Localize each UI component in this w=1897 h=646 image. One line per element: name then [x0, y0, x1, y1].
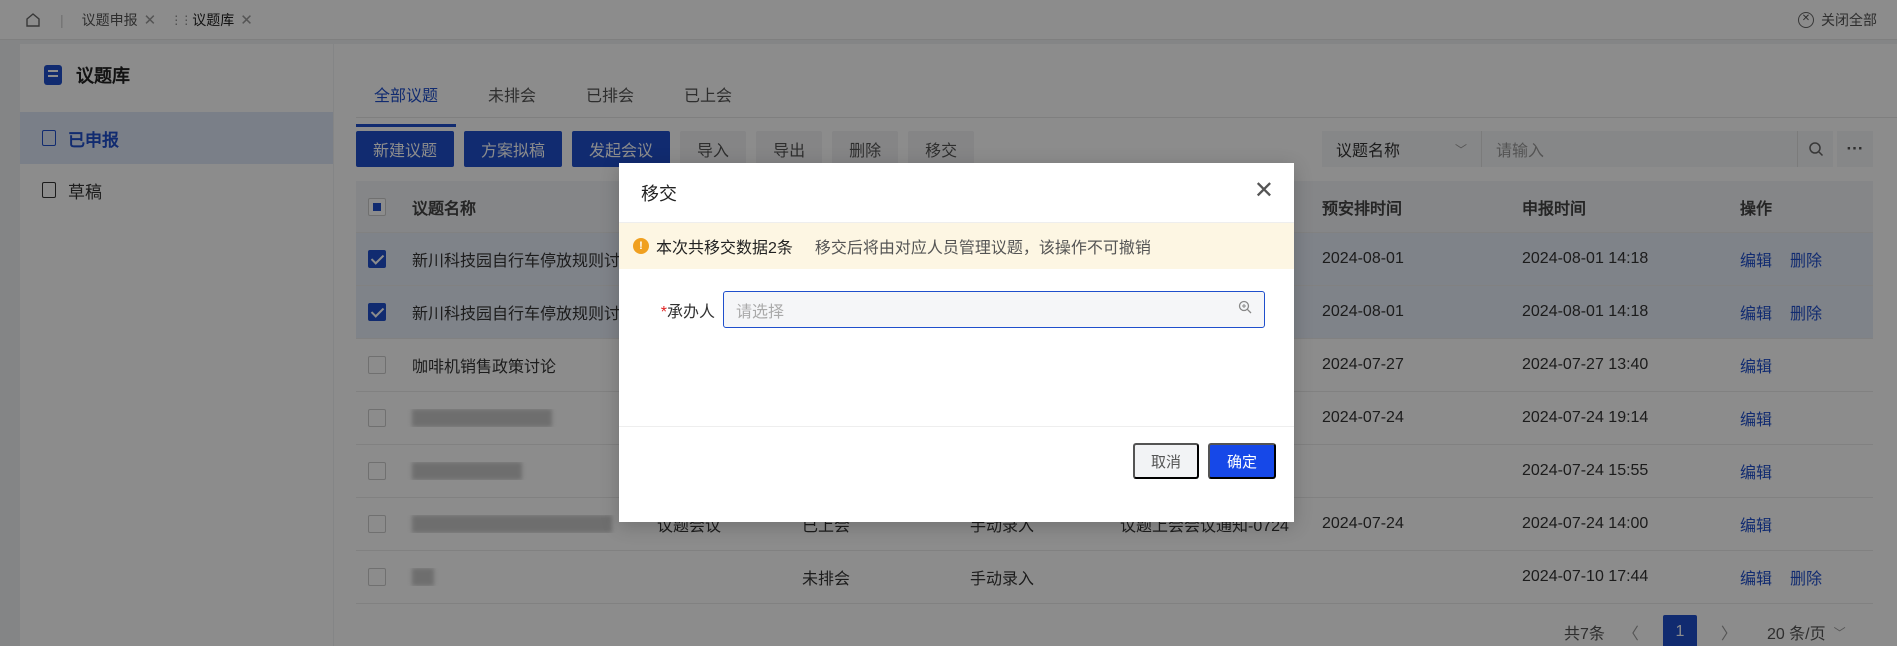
cancel-button[interactable]: 取消	[1133, 443, 1199, 479]
assignee-placeholder: 请选择	[736, 303, 785, 321]
assignee-label: *承办人	[619, 298, 723, 322]
close-icon[interactable]: ✕	[1254, 179, 1274, 203]
notice-banner: ! 本次共移交数据2条 移交后将由对应人员管理议题，该操作不可撤销	[619, 223, 1294, 269]
notice-text: 移交后将由对应人员管理议题，该操作不可撤销	[814, 240, 1151, 257]
assignee-label-text: 承办人	[666, 303, 715, 321]
transfer-dialog: 移交 ✕ ! 本次共移交数据2条 移交后将由对应人员管理议题，该操作不可撤销 *…	[619, 163, 1294, 522]
dialog-footer: 取消 确定	[619, 426, 1294, 522]
notice-count: 本次共移交数据2条	[656, 240, 793, 257]
assignee-picker[interactable]: 请选择	[723, 291, 1265, 328]
zoom-search-icon[interactable]	[1238, 300, 1252, 319]
dialog-title: 移交	[641, 183, 677, 204]
confirm-button[interactable]: 确定	[1208, 443, 1276, 479]
dialog-header: 移交 ✕	[619, 163, 1294, 223]
assignee-row: *承办人 请选择	[619, 291, 1265, 328]
warning-icon: !	[633, 238, 649, 254]
